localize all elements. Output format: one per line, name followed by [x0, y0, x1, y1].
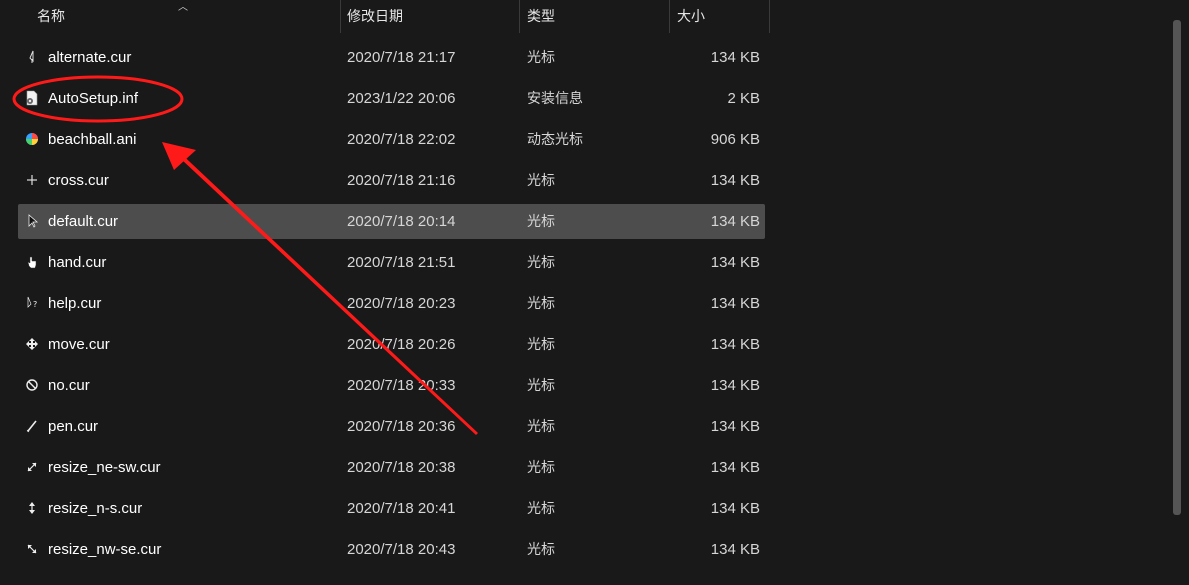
beachball-icon — [24, 131, 40, 147]
file-name: move.cur — [48, 336, 110, 353]
file-size: 134 KB — [710, 500, 760, 517]
column-divider[interactable] — [769, 0, 770, 33]
file-date: 2023/1/22 20:06 — [347, 90, 456, 107]
file-name: no.cur — [48, 377, 90, 394]
file-row-pen-cur[interactable]: pen.cur 2020/7/18 20:36 光标 134 KB — [18, 409, 765, 444]
file-size: 2 KB — [727, 90, 760, 107]
file-type: 光标 — [527, 172, 555, 188]
file-size: 134 KB — [710, 254, 760, 271]
column-divider[interactable] — [669, 0, 670, 33]
file-date: 2020/7/18 20:43 — [347, 541, 456, 558]
file-size: 134 KB — [710, 49, 760, 66]
file-date: 2020/7/18 21:51 — [347, 254, 456, 271]
file-row-alternate-cur[interactable]: alternate.cur 2020/7/18 21:17 光标 134 KB — [18, 40, 765, 75]
no-icon — [24, 377, 40, 393]
file-name: resize_ne-sw.cur — [48, 459, 161, 476]
file-row-beachball-ani[interactable]: beachball.ani 2020/7/18 22:02 动态光标 906 KB — [18, 122, 765, 157]
file-name: pen.cur — [48, 418, 99, 435]
cursor-alternate-icon — [24, 49, 40, 65]
file-row-cross-cur[interactable]: cross.cur 2020/7/18 21:16 光标 134 KB — [18, 163, 765, 198]
file-row-autosetup-inf[interactable]: AutoSetup.inf 2023/1/22 20:06 安装信息 2 KB — [18, 81, 765, 116]
file-date: 2020/7/18 20:23 — [347, 295, 456, 312]
file-name: cross.cur — [48, 172, 109, 189]
file-size: 134 KB — [710, 377, 760, 394]
cross-icon — [24, 172, 40, 188]
file-explorer: ︿ 名称 修改日期 类型 大小 alternate.cur 2020/7/18 2… — [0, 0, 1189, 585]
pen-icon — [24, 418, 40, 434]
column-header-size[interactable]: 大小 — [677, 0, 769, 33]
svg-text:?: ? — [33, 300, 37, 309]
resize-nw-se-icon — [24, 541, 40, 557]
file-row-move-cur[interactable]: move.cur 2020/7/18 20:26 光标 134 KB — [18, 327, 765, 362]
file-size: 134 KB — [710, 336, 760, 353]
file-row-hand-cur[interactable]: hand.cur 2020/7/18 21:51 光标 134 KB — [18, 245, 765, 280]
vertical-scrollbar[interactable] — [1173, 20, 1181, 515]
file-name: beachball.ani — [48, 131, 137, 148]
file-date: 2020/7/18 21:17 — [347, 49, 456, 66]
file-row-help-cur[interactable]: ? help.cur 2020/7/18 20:23 光标 134 KB — [18, 286, 765, 321]
file-size: 134 KB — [710, 213, 760, 230]
file-date: 2020/7/18 20:33 — [347, 377, 456, 394]
column-divider[interactable] — [340, 0, 341, 33]
file-type: 光标 — [527, 254, 555, 270]
resize-ne-sw-icon — [24, 459, 40, 475]
file-date: 2020/7/18 20:41 — [347, 500, 456, 517]
file-type: 光标 — [527, 49, 555, 65]
move-icon — [24, 336, 40, 352]
column-header-name[interactable]: 名称 — [37, 0, 340, 33]
file-type: 安装信息 — [527, 90, 583, 106]
file-type: 光标 — [527, 377, 555, 393]
arrow-cursor-icon — [24, 213, 40, 229]
setup-info-file-icon — [24, 90, 40, 106]
file-size: 134 KB — [710, 541, 760, 558]
file-date: 2020/7/18 21:16 — [347, 172, 456, 189]
file-name: alternate.cur — [48, 49, 132, 66]
file-size: 134 KB — [710, 295, 760, 312]
file-type: 动态光标 — [527, 131, 583, 147]
file-date: 2020/7/18 20:26 — [347, 336, 456, 353]
file-type: 光标 — [527, 541, 555, 557]
file-row-resize-ne-sw-cur[interactable]: resize_ne-sw.cur 2020/7/18 20:38 光标 134 KB — [18, 450, 765, 485]
file-row-resize-n-s-cur[interactable]: resize_n-s.cur 2020/7/18 20:41 光标 134 KB — [18, 491, 765, 526]
file-type: 光标 — [527, 213, 555, 229]
file-row-default-cur[interactable]: default.cur 2020/7/18 20:14 光标 134 KB — [18, 204, 765, 239]
resize-n-s-icon — [24, 500, 40, 516]
file-name: resize_n-s.cur — [48, 500, 143, 517]
file-name: resize_nw-se.cur — [48, 541, 162, 558]
file-name: AutoSetup.inf — [48, 90, 139, 107]
file-date: 2020/7/18 20:38 — [347, 459, 456, 476]
file-type: 光标 — [527, 336, 555, 352]
hand-icon — [24, 254, 40, 270]
file-size: 134 KB — [710, 459, 760, 476]
file-date: 2020/7/18 22:02 — [347, 131, 456, 148]
help-cursor-icon: ? — [24, 295, 40, 311]
file-size: 134 KB — [710, 418, 760, 435]
file-type: 光标 — [527, 459, 555, 475]
column-header-date[interactable]: 修改日期 — [347, 0, 519, 33]
column-header-type[interactable]: 类型 — [527, 0, 669, 33]
file-row-resize-nw-se-cur[interactable]: resize_nw-se.cur 2020/7/18 20:43 光标 134 KB — [18, 532, 765, 567]
file-row-no-cur[interactable]: no.cur 2020/7/18 20:33 光标 134 KB — [18, 368, 765, 403]
file-type: 光标 — [527, 500, 555, 516]
file-date: 2020/7/18 20:36 — [347, 418, 456, 435]
column-header: ︿ 名称 修改日期 类型 大小 — [0, 0, 770, 33]
file-name: hand.cur — [48, 254, 107, 271]
file-size: 134 KB — [710, 172, 760, 189]
file-name: default.cur — [48, 213, 119, 230]
column-divider[interactable] — [519, 0, 520, 33]
file-type: 光标 — [527, 295, 555, 311]
file-name: help.cur — [48, 295, 102, 312]
file-type: 光标 — [527, 418, 555, 434]
file-date: 2020/7/18 20:14 — [347, 213, 456, 230]
file-size: 906 KB — [710, 131, 760, 148]
